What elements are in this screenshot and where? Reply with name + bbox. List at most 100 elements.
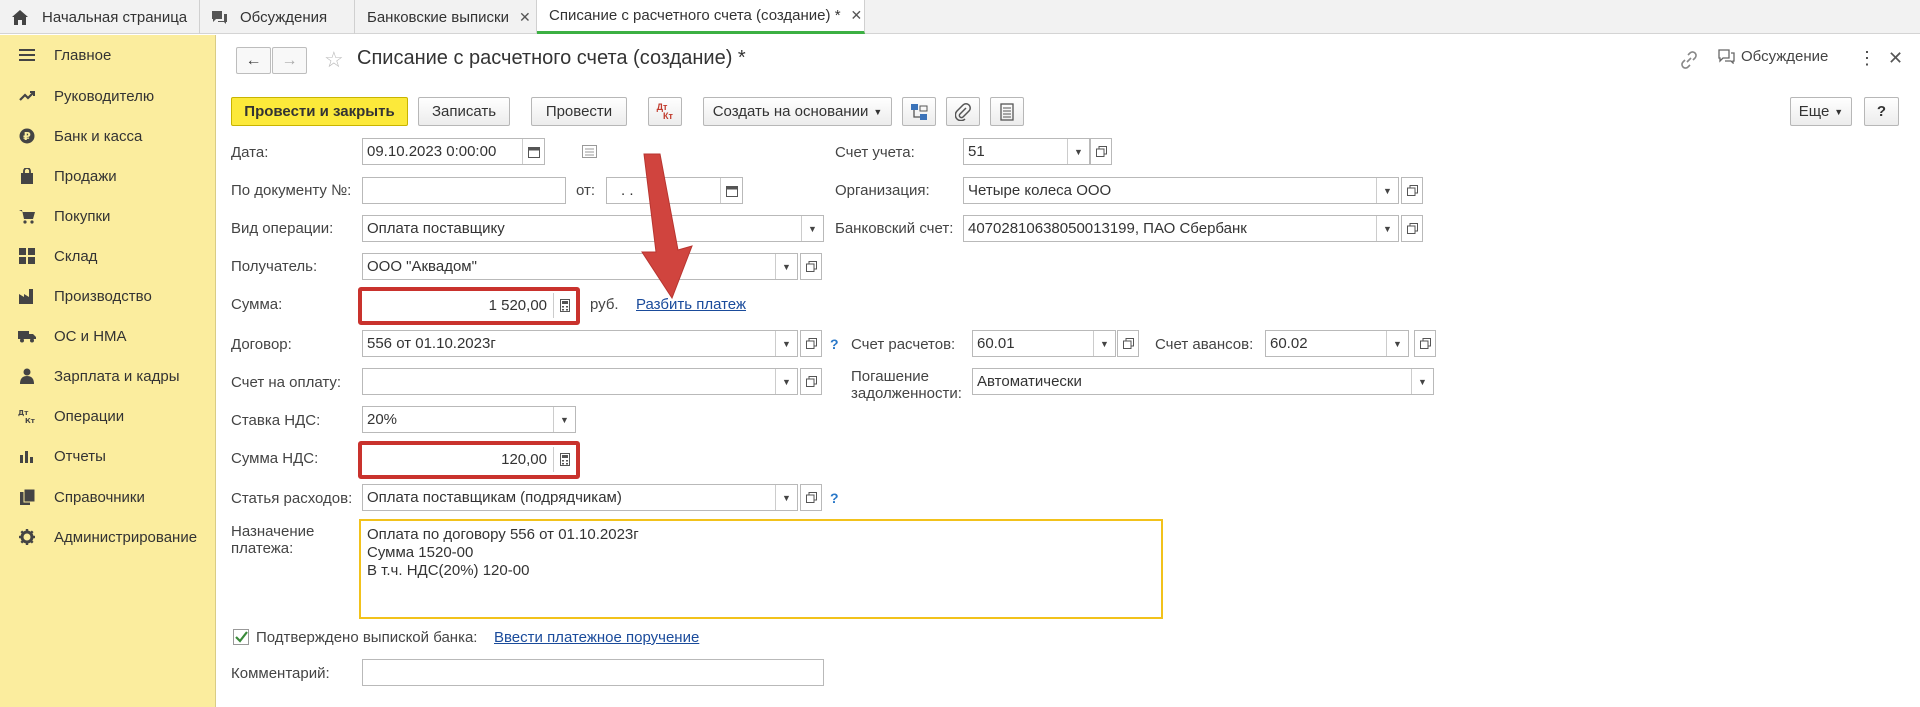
sidebar-item-manager[interactable]: Руководителю: [0, 81, 216, 111]
print-button[interactable]: [990, 97, 1024, 126]
tab-writeoff[interactable]: Списание с расчетного счета (создание) *…: [537, 0, 865, 34]
open-icon[interactable]: [1401, 177, 1423, 204]
favorite-star-icon[interactable]: ☆: [324, 47, 344, 73]
chevron-down-icon[interactable]: ▼: [1093, 331, 1115, 356]
sidebar-item-fixed-assets[interactable]: ОС и НМА: [0, 321, 216, 351]
advance-account-select[interactable]: 60.02 ▼: [1265, 330, 1409, 357]
date-field[interactable]: 09.10.2023 0:00:00: [362, 138, 545, 165]
chevron-down-icon[interactable]: ▼: [1386, 331, 1408, 356]
vat-sum-field[interactable]: 120,00: [363, 445, 575, 473]
link-icon[interactable]: [1680, 51, 1698, 69]
account-value: 51: [968, 143, 985, 160]
open-icon[interactable]: [800, 484, 822, 511]
open-icon[interactable]: [800, 330, 822, 357]
payment-purpose-textarea[interactable]: Оплата по договору 556 от 01.10.2023г Су…: [359, 519, 1163, 619]
chevron-down-icon[interactable]: ▼: [801, 216, 823, 241]
gear-icon: [18, 528, 36, 546]
sum-field[interactable]: 1 520,00: [363, 291, 575, 319]
calendar-icon[interactable]: [720, 178, 742, 203]
contract-select[interactable]: 556 от 01.10.2023г ▼: [362, 330, 798, 357]
sidebar-item-salary[interactable]: Зарплата и кадры: [0, 361, 216, 391]
doc-number-field[interactable]: [362, 177, 566, 204]
sidebar-item-operations[interactable]: Дт Кт Операции: [0, 401, 216, 431]
purpose-label-line2: платежа:: [231, 540, 294, 557]
sidebar-item-purchases[interactable]: Покупки: [0, 201, 216, 231]
discussion-label: Обсуждение: [1741, 48, 1829, 65]
invoice-select[interactable]: ▼: [362, 368, 798, 395]
sidebar-item-main[interactable]: Главное: [0, 40, 216, 70]
vat-rate-select[interactable]: 20% ▼: [362, 406, 576, 433]
chevron-down-icon[interactable]: ▼: [1067, 139, 1089, 164]
chevron-down-icon[interactable]: ▼: [775, 369, 797, 394]
tab-discussions[interactable]: Обсуждения: [200, 0, 355, 34]
back-button[interactable]: ←: [236, 47, 271, 74]
tab-bank-statements[interactable]: Банковские выписки ✕: [355, 0, 537, 34]
open-icon[interactable]: [1117, 330, 1139, 357]
account-select[interactable]: 51 ▼: [963, 138, 1090, 165]
close-window-icon[interactable]: ✕: [1888, 48, 1903, 69]
sidebar-item-sales[interactable]: Продажи: [0, 161, 216, 191]
chevron-down-icon[interactable]: ▼: [775, 254, 797, 279]
tab-label: Банковские выписки: [367, 8, 509, 26]
post-and-close-button[interactable]: Провести и закрыть: [231, 97, 408, 126]
more-button[interactable]: Еще ▼: [1790, 97, 1852, 126]
open-icon[interactable]: [800, 368, 822, 395]
organization-select[interactable]: Четыре колеса ООО ▼: [963, 177, 1399, 204]
close-icon[interactable]: ✕: [519, 9, 531, 26]
attach-button[interactable]: [946, 97, 980, 126]
post-button[interactable]: Провести: [531, 97, 627, 126]
calculator-icon[interactable]: [553, 446, 575, 472]
chevron-down-icon[interactable]: ▼: [1376, 178, 1398, 203]
chevron-down-icon: ▼: [1834, 106, 1844, 117]
recipient-select[interactable]: ООО "Аквадом" ▼: [362, 253, 798, 280]
enter-payment-order-link[interactable]: Ввести платежное поручение: [494, 629, 699, 646]
more-options-icon[interactable]: ⋮: [1858, 48, 1876, 69]
chevron-down-icon[interactable]: ▼: [553, 407, 575, 432]
sidebar-item-label: Покупки: [54, 207, 111, 225]
structure-button[interactable]: [902, 97, 936, 126]
help-icon[interactable]: ?: [830, 336, 839, 352]
sidebar-item-bank[interactable]: ₽ Банк и касса: [0, 121, 216, 151]
chevron-down-icon[interactable]: ▼: [775, 331, 797, 356]
calculator-icon[interactable]: [553, 292, 575, 318]
chevron-down-icon[interactable]: ▼: [1376, 216, 1398, 241]
calendar-icon[interactable]: [522, 139, 544, 164]
open-icon[interactable]: [1401, 215, 1423, 242]
sidebar-item-reports[interactable]: Отчеты: [0, 441, 216, 471]
sidebar-item-admin[interactable]: Администрирование: [0, 522, 216, 552]
bank-account-select[interactable]: 40702810638050013199, ПАО Сбербанк ▼: [963, 215, 1399, 242]
open-icon[interactable]: [800, 253, 822, 280]
help-button[interactable]: ?: [1864, 97, 1899, 126]
settlement-account-select[interactable]: 60.01 ▼: [972, 330, 1116, 357]
open-icon[interactable]: [1414, 330, 1436, 357]
dt-kt-button[interactable]: Дт Кт: [648, 97, 682, 126]
expense-item-select[interactable]: Оплата поставщикам (подрядчикам) ▼: [362, 484, 798, 511]
operation-type-select[interactable]: Оплата поставщику ▼: [362, 215, 824, 242]
help-icon[interactable]: ?: [830, 490, 839, 506]
create-based-on-button[interactable]: Создать на основании ▼: [703, 97, 892, 126]
svg-text:₽: ₽: [23, 130, 31, 143]
sidebar-item-production[interactable]: Производство: [0, 281, 216, 311]
chevron-down-icon[interactable]: ▼: [775, 485, 797, 510]
save-button[interactable]: Записать: [418, 97, 510, 126]
close-icon[interactable]: ✕: [851, 7, 863, 24]
chevron-down-icon[interactable]: ▼: [1411, 369, 1433, 394]
bag-icon: [18, 167, 36, 185]
sidebar-item-directories[interactable]: Справочники: [0, 482, 216, 512]
operation-type-value: Оплата поставщику: [367, 220, 505, 237]
sidebar-item-warehouse[interactable]: Склад: [0, 241, 216, 271]
sum-label: Сумма:: [231, 296, 283, 313]
vat-rate-value: 20%: [367, 411, 398, 428]
forward-button[interactable]: →: [272, 47, 307, 74]
confirmed-checkbox[interactable]: [233, 629, 249, 645]
tab-home[interactable]: Начальная страница: [0, 0, 200, 34]
comment-list-icon[interactable]: [582, 145, 597, 158]
date-value: 09.10.2023 0:00:00: [367, 143, 497, 160]
paperclip-icon: [955, 102, 971, 121]
purpose-line: Сумма 1520-00: [367, 544, 474, 561]
open-icon[interactable]: [1090, 138, 1112, 165]
discussion-button[interactable]: Обсуждение: [1717, 48, 1828, 65]
repayment-select[interactable]: Автоматически ▼: [972, 368, 1434, 395]
chat-icon: [212, 10, 227, 24]
comment-field[interactable]: [362, 659, 824, 686]
